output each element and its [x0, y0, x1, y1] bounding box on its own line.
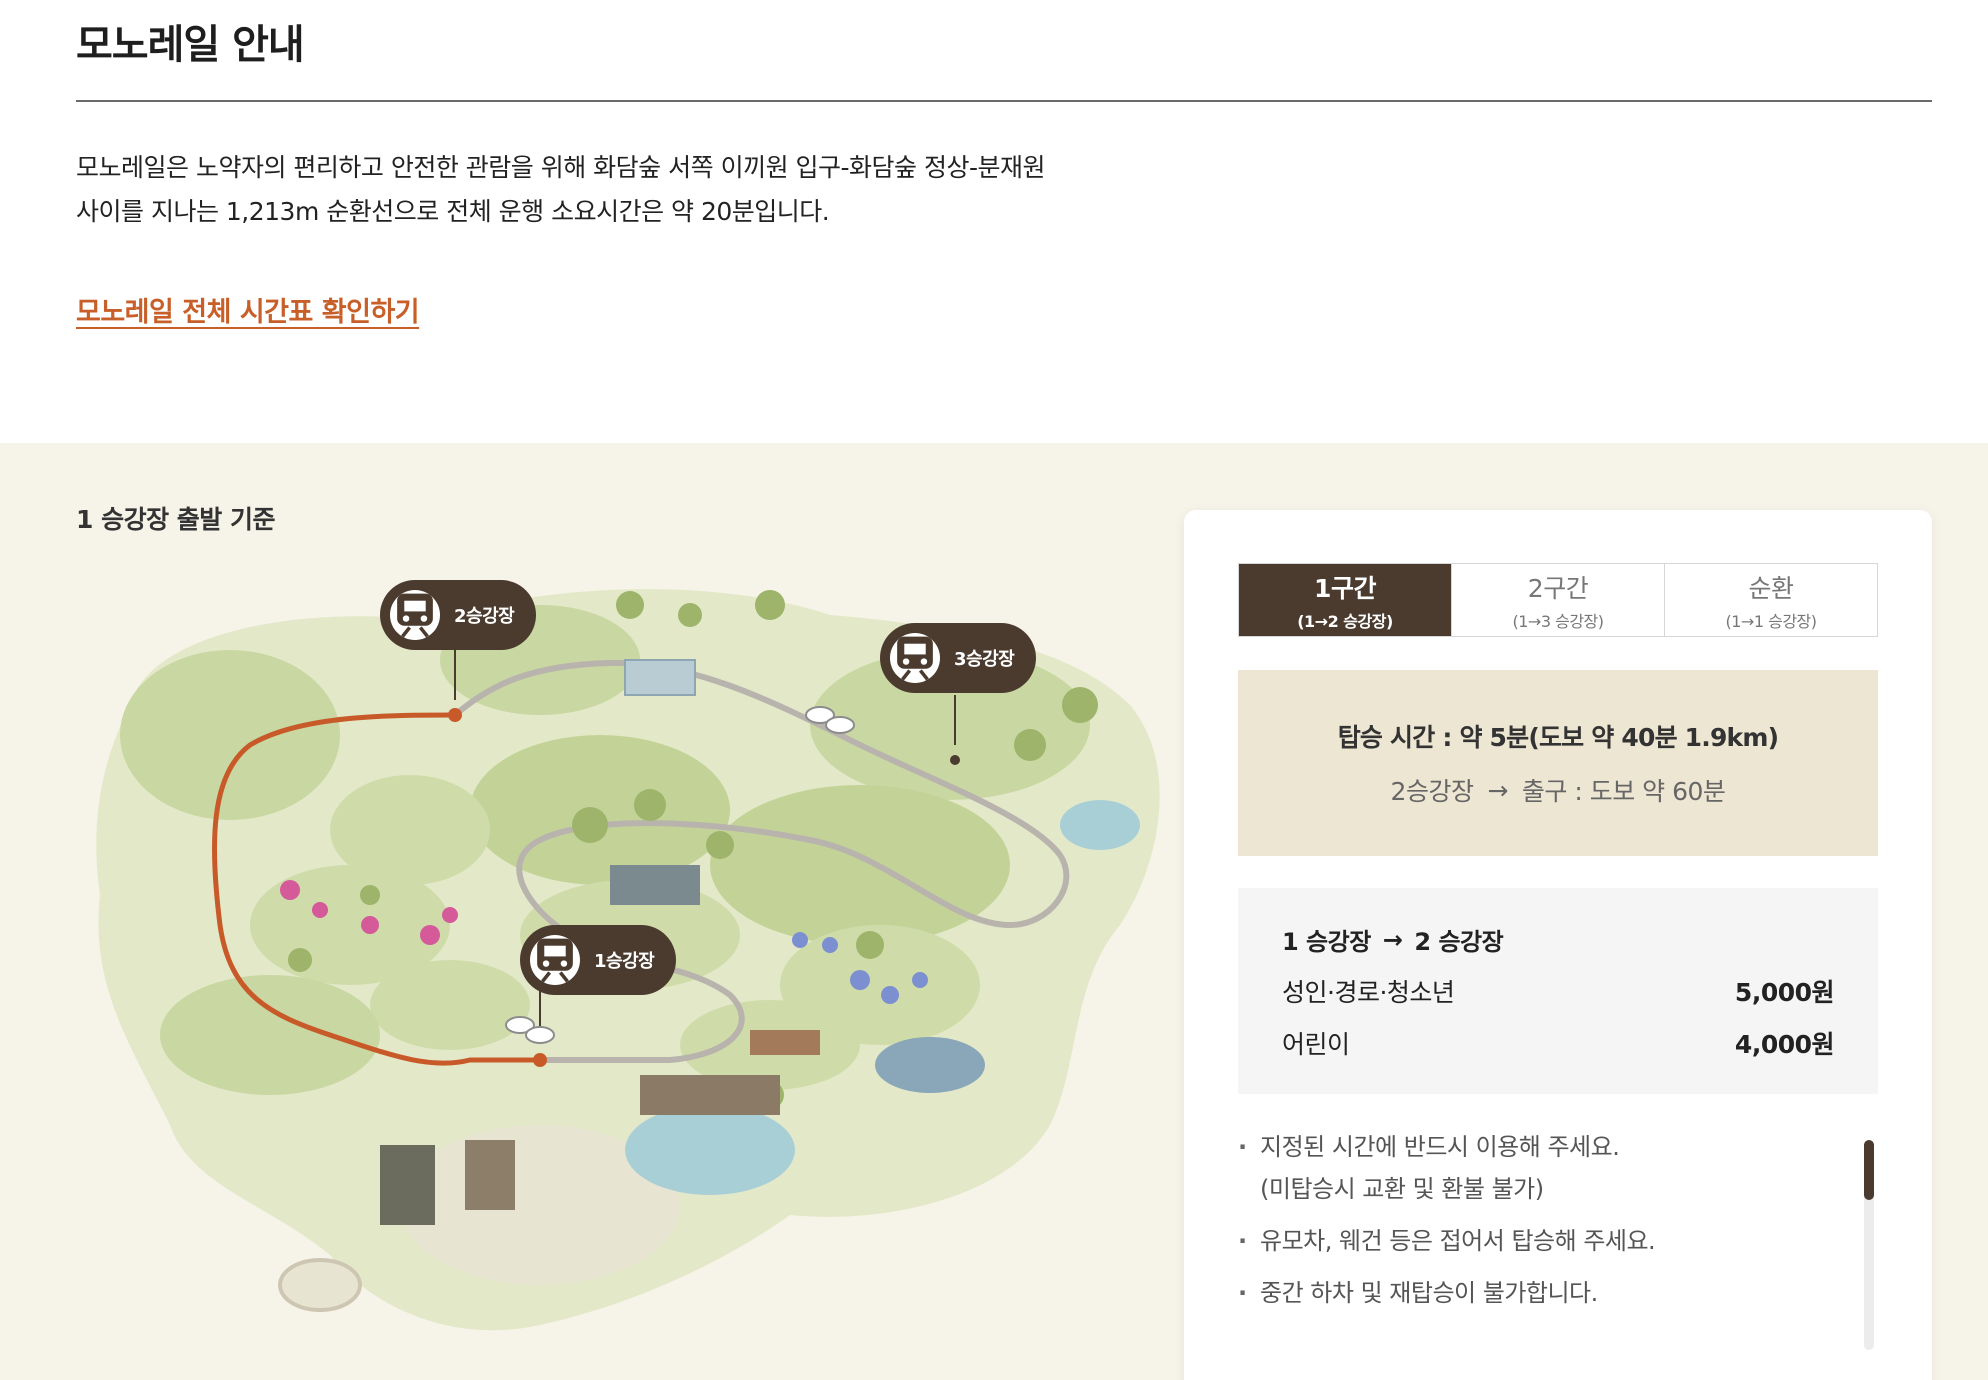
walk-to: 출구 : 도보 약 60분 [1521, 777, 1726, 806]
intro-text: 모노레일은 노약자의 편리하고 안전한 관람을 위해 화담숲 서쪽 이끼원 입구… [76, 146, 1176, 234]
tab-name: 순환 [1748, 573, 1794, 603]
intro-line-1: 모노레일은 노약자의 편리하고 안전한 관람을 위해 화담숲 서쪽 이끼원 입구… [76, 153, 1046, 182]
walk-from: 2승강장 [1390, 777, 1474, 806]
fare-from: 1 승강장 [1282, 928, 1371, 956]
ride-time: 탑승 시간 : 약 5분(도보 약 40분 1.9km) [1337, 723, 1779, 752]
notice-scrollbar[interactable] [1864, 1140, 1874, 1350]
tab-section-1[interactable]: 1구간 (1→2 승강장) [1239, 564, 1451, 636]
station-1-marker [533, 1053, 547, 1067]
building [610, 865, 700, 905]
fare-label: 어린이 [1282, 1030, 1350, 1059]
station-3-marker [950, 755, 960, 765]
section-tabs: 1구간 (1→2 승강장) 2구간 (1→3 승강장) 순환 (1→1 승강장) [1238, 563, 1878, 637]
pond [278, 1258, 362, 1312]
tab-subtitle: (1→1 승강장) [1725, 611, 1818, 631]
building [465, 1140, 515, 1210]
fare-box: 1 승강장 → 2 승강장 성인·경로·청소년 5,000원 어린이 4,000… [1238, 888, 1878, 1094]
title-divider [76, 100, 1932, 102]
notice-text: 중간 하차 및 재탑승이 불가합니다. [1260, 1279, 1598, 1307]
fare-route: 1 승강장 → 2 승강장 [1282, 922, 1834, 957]
building [640, 1075, 780, 1115]
page-title: 모노레일 안내 [76, 22, 305, 68]
garden-patch [160, 975, 380, 1095]
station-pin-2[interactable]: 2승강장 [380, 580, 537, 650]
tab-name: 1구간 [1314, 573, 1376, 603]
route-info-panel: 1구간 (1→2 승강장) 2구간 (1→3 승강장) 순환 (1→1 승강장)… [1184, 510, 1932, 1380]
building [750, 1030, 820, 1055]
tab-section-2[interactable]: 2구간 (1→3 승강장) [1451, 564, 1664, 636]
greenhouse [624, 659, 696, 696]
station-pin-1[interactable]: 1승강장 [520, 925, 677, 995]
train-icon [890, 633, 940, 683]
pond [1060, 800, 1140, 850]
arrow-icon: → [1382, 925, 1403, 954]
garden-patch [370, 960, 530, 1050]
tab-subtitle: (1→2 승강장) [1297, 611, 1393, 631]
tab-name: 2구간 [1527, 573, 1589, 603]
scrollbar-thumb[interactable] [1864, 1140, 1874, 1200]
garden-patch [470, 735, 730, 885]
fare-row: 성인·경로·청소년 5,000원 [1282, 973, 1835, 1009]
park-map: 2승강장 3승강장 1승강장 [70, 565, 1190, 1345]
station-label: 2승강장 [454, 606, 515, 627]
fare-label: 성인·경로·청소년 [1282, 978, 1455, 1007]
notice-text: 유모차, 웨건 등은 접어서 탑승해 주세요. [1260, 1227, 1656, 1255]
walk-info: 2승강장 → 출구 : 도보 약 60분 [1391, 772, 1726, 808]
tab-subtitle: (1→3 승강장) [1512, 611, 1605, 631]
timetable-link[interactable]: 모노레일 전체 시간표 확인하기 [76, 290, 420, 329]
pond [875, 1037, 985, 1093]
building [380, 1145, 435, 1225]
ride-time-box: 탑승 시간 : 약 5분(도보 약 40분 1.9km) 2승강장 → 출구 :… [1238, 670, 1878, 856]
notice-item: 중간 하차 및 재탑승이 불가합니다. [1238, 1272, 1838, 1314]
fare-to: 2 승강장 [1414, 928, 1504, 956]
train-icon [530, 935, 580, 985]
notice-item: 지정된 시간에 반드시 이용해 주세요. (미탑승시 교환 및 환불 불가) [1238, 1126, 1838, 1210]
intro-line-2: 사이를 지나는 1,213m 순환선으로 전체 운행 소요시간은 약 20분입니… [76, 197, 830, 226]
station-2-marker [448, 708, 462, 722]
arrow-icon: → [1487, 775, 1508, 805]
station-pin-3[interactable]: 3승강장 [880, 623, 1037, 693]
notice-list: 지정된 시간에 반드시 이용해 주세요. (미탑승시 교환 및 환불 불가) 유… [1238, 1126, 1878, 1350]
notice-subtext: (미탑승시 교환 및 환불 불가) [1260, 1175, 1544, 1203]
station-label: 1승강장 [594, 951, 655, 972]
notice-text: 지정된 시간에 반드시 이용해 주세요. [1260, 1133, 1620, 1161]
pond [625, 1105, 795, 1195]
tab-loop[interactable]: 순환 (1→1 승강장) [1664, 564, 1877, 636]
map-caption: 1 승강장 출발 기준 [76, 505, 276, 534]
garden-patch [710, 785, 1010, 945]
fare-price: 4,000원 [1734, 1030, 1835, 1059]
station-label: 3승강장 [954, 649, 1015, 670]
fare-row: 어린이 4,000원 [1282, 1025, 1835, 1061]
fare-price: 5,000원 [1734, 978, 1835, 1007]
notice-item: 유모차, 웨건 등은 접어서 탑승해 주세요. [1238, 1220, 1838, 1262]
train-icon [390, 590, 440, 640]
garden-patch [120, 650, 340, 820]
